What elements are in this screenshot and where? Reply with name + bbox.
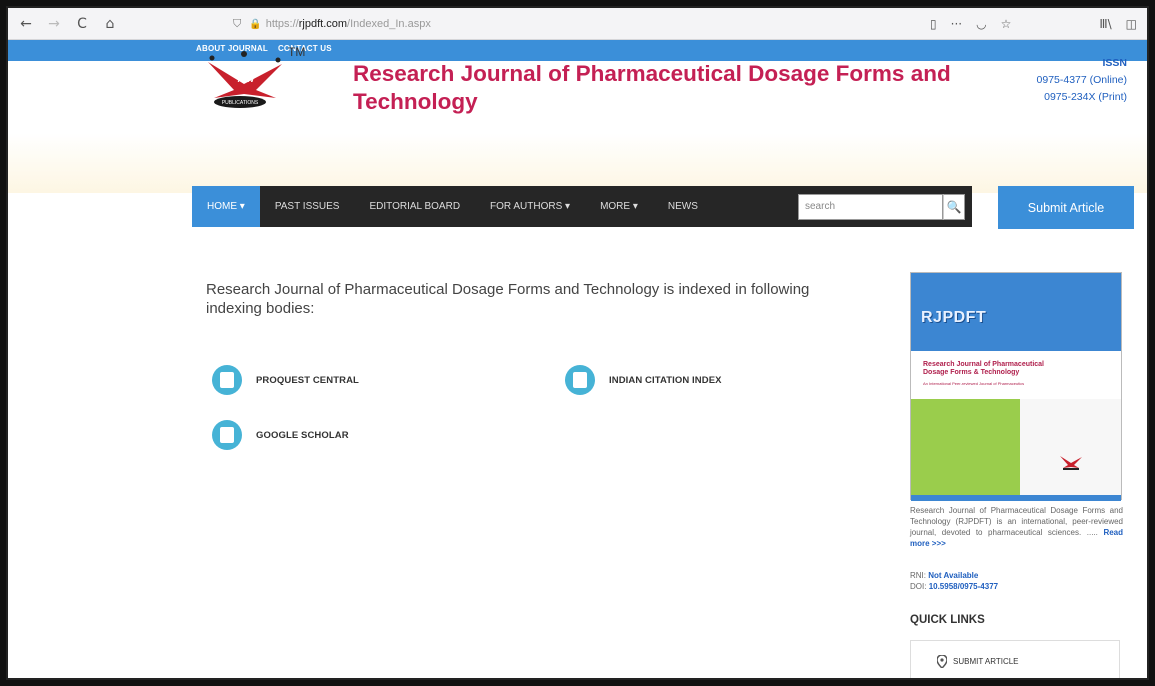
reload-icon[interactable]: C <box>72 16 92 32</box>
doi-label: DOI: <box>910 582 927 591</box>
sidebar-toggle-icon[interactable]: ◫ <box>1126 17 1137 31</box>
cover-title-band: Research Journal of Pharmaceutical Dosag… <box>911 353 1121 399</box>
main-navbar: HOME ▾ PAST ISSUES EDITORIAL BOARD FOR A… <box>192 186 972 227</box>
quick-link-submit-article[interactable]: SUBMIT ARTICLE <box>937 655 1019 668</box>
logo-subtext: PUBLICATIONS <box>222 100 259 106</box>
url-prefix: https:// <box>265 18 299 30</box>
issn-print: 0975-234X (Print) <box>1044 91 1127 103</box>
library-icon[interactable]: Ⅲ\ <box>1099 17 1111 31</box>
site-title[interactable]: Research Journal of Pharmaceutical Dosag… <box>353 60 963 116</box>
document-icon <box>212 420 242 450</box>
document-icon <box>212 365 242 395</box>
address-bar[interactable]: ⛉ 🔒 https:// rjpdft.com /Indexed_In.aspx <box>233 13 1023 35</box>
url-domain: rjpdft.com <box>298 18 348 30</box>
cover-top-band: RJPDFT <box>911 273 1121 351</box>
lock-icon[interactable]: 🔒 <box>249 19 261 30</box>
nav-home[interactable]: HOME ▾ <box>192 186 260 227</box>
shield-icon[interactable]: ⛉ <box>233 17 241 31</box>
search-input[interactable]: search <box>798 194 943 220</box>
cover-title-line-1: Research Journal of Pharmaceutical <box>923 361 1044 368</box>
cover-brand: RJPDFT <box>921 309 987 326</box>
index-item-proquest[interactable]: PROQUEST CENTRAL <box>212 365 359 395</box>
nav-for-authors[interactable]: FOR AUTHORS ▾ <box>475 186 585 227</box>
quick-links-heading: QUICK LINKS <box>910 614 985 626</box>
nav-more[interactable]: MORE ▾ <box>585 186 653 227</box>
more-actions-icon[interactable]: ··· <box>951 17 962 31</box>
pocket-icon[interactable]: ◡ <box>976 17 986 31</box>
browser-actions: ▯ ··· ◡ ☆ Ⅲ\ ◫ <box>930 8 1147 40</box>
index-item-indian-citation[interactable]: INDIAN CITATION INDEX <box>565 365 722 395</box>
reader-view-icon[interactable]: ▯ <box>930 17 937 31</box>
cover-white-panel <box>1020 399 1121 495</box>
cover-bottom-band <box>911 399 1121 495</box>
url-path: /Indexed_In.aspx <box>347 18 431 30</box>
top-link-strip: ABOUT JOURNAL CONTACT US <box>8 40 1147 61</box>
journal-identifiers: RNI: Not Available DOI: 10.5958/0975-437… <box>910 570 998 592</box>
index-item-google-scholar[interactable]: GOOGLE SCHOLAR <box>212 420 349 450</box>
journal-cover-image[interactable]: RJPDFT Research Journal of Pharmaceutica… <box>910 272 1122 501</box>
cover-title-line-2: Dosage Forms & Technology <box>923 369 1020 376</box>
bookmark-star-icon[interactable]: ☆ <box>1001 17 1012 31</box>
cover-title: Research Journal of Pharmaceutical Dosag… <box>923 361 1044 377</box>
cover-subtitle: An International Peer-reviewed Journal o… <box>923 381 1025 386</box>
issn-online: 0975-4377 (Online) <box>1036 74 1127 86</box>
page-heading: Research Journal of Pharmaceutical Dosag… <box>206 281 810 317</box>
rni-value: Not Available <box>928 571 979 580</box>
nav-editorial-board[interactable]: EDITORIAL BOARD <box>354 186 475 227</box>
document-icon <box>565 365 595 395</box>
nav-past-issues[interactable]: PAST ISSUES <box>260 186 355 227</box>
issn-block: ISSN 0975-4377 (Online) 0975-234X (Print… <box>1037 55 1127 106</box>
rni-label: RNI: <box>910 571 926 580</box>
browser-window: ← → C ⌂ ⛉ 🔒 https:// rjpdft.com /Indexed… <box>6 6 1149 680</box>
cover-bottom-strip <box>911 495 1121 501</box>
journal-description: Research Journal of Pharmaceutical Dosag… <box>910 505 1123 549</box>
cover-logo-icon <box>1060 456 1082 470</box>
quick-links-box: SUBMIT ARTICLE <box>910 640 1120 678</box>
cover-green-panel <box>911 399 1021 495</box>
forward-icon[interactable]: → <box>44 16 64 32</box>
back-icon[interactable]: ← <box>16 16 36 32</box>
search-icon[interactable]: 🔍 <box>943 194 965 220</box>
logo-text: A&V <box>238 75 256 84</box>
home-icon[interactable]: ⌂ <box>100 16 120 32</box>
nav-news[interactable]: NEWS <box>653 186 713 227</box>
trademark-mark: TM <box>288 45 306 59</box>
quick-link-label: SUBMIT ARTICLE <box>953 657 1019 666</box>
about-text: Research Journal of Pharmaceutical Dosag… <box>910 506 1123 537</box>
index-label: PROQUEST CENTRAL <box>256 374 359 386</box>
index-label: GOOGLE SCHOLAR <box>256 429 349 441</box>
issn-label: ISSN <box>1102 57 1127 69</box>
av-publications-logo[interactable]: PUBLICATIONS A&V <box>204 50 294 110</box>
location-pin-icon <box>937 655 947 668</box>
index-label: INDIAN CITATION INDEX <box>609 374 722 386</box>
submit-article-button[interactable]: Submit Article <box>998 186 1134 229</box>
doi-value[interactable]: 10.5958/0975-4377 <box>929 582 998 591</box>
